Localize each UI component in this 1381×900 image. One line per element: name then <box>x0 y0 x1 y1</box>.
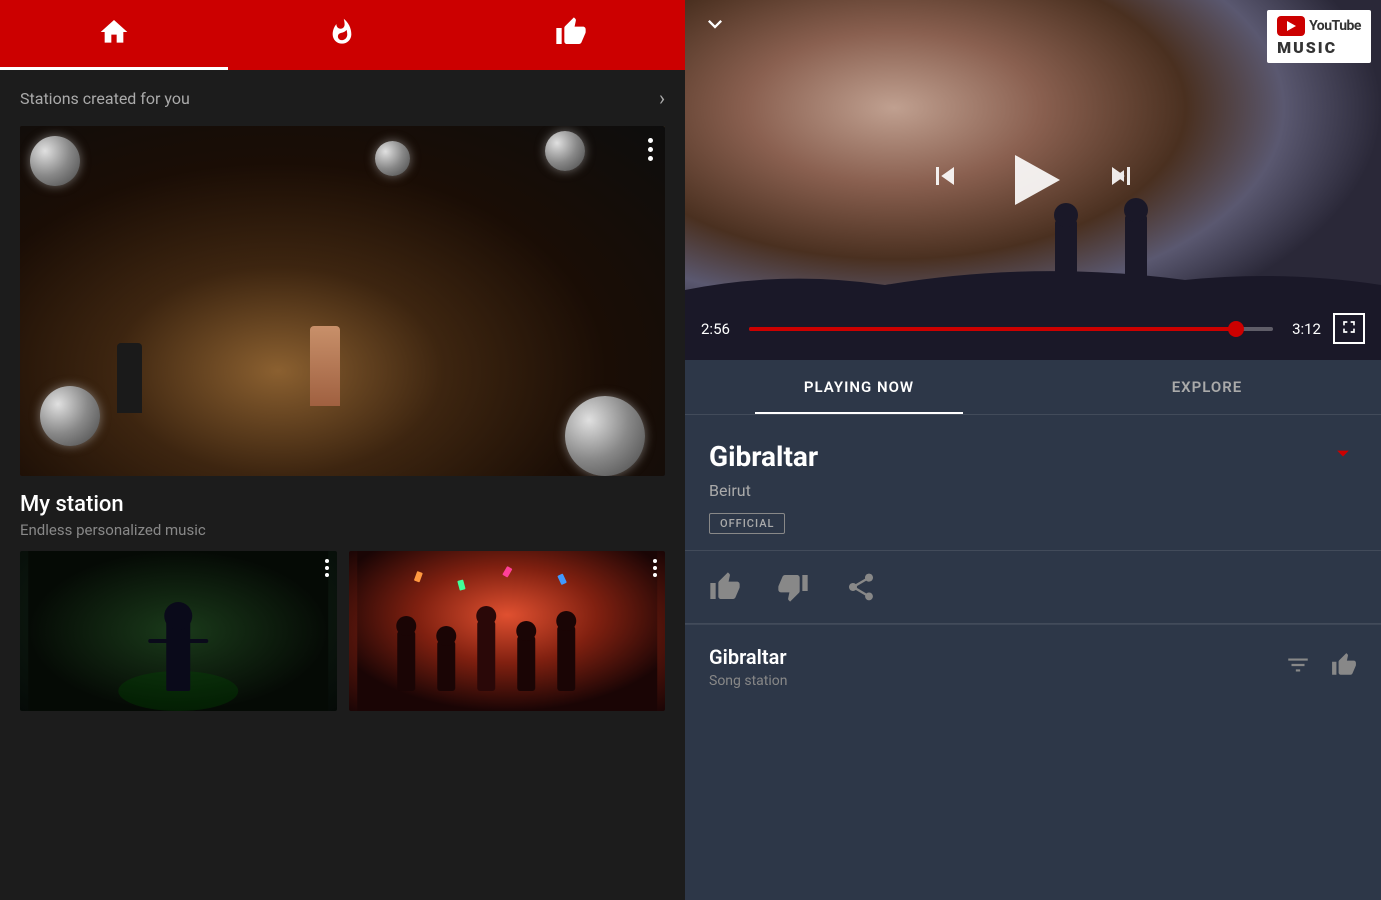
progress-area: 2:56 3:12 <box>685 313 1381 360</box>
menu-dot <box>648 147 653 152</box>
station-subtitle: Endless personalized music <box>20 521 665 539</box>
tab-explore[interactable]: EXPLORE <box>1033 360 1381 414</box>
youtube-icon <box>1277 16 1305 36</box>
youtube-text: YouTube <box>1309 18 1361 34</box>
thumbnail-image-2 <box>349 551 666 711</box>
queue-song-info: Gibraltar Song station <box>709 645 787 689</box>
play-triangle-icon <box>1015 155 1060 205</box>
youtube-play-icon <box>1287 21 1296 31</box>
playback-controls <box>927 150 1139 210</box>
like-button[interactable] <box>709 571 741 603</box>
thumb-2-menu[interactable] <box>653 559 657 577</box>
disco-ball-decoration <box>375 141 410 176</box>
disco-ball-decoration <box>545 131 585 171</box>
stations-label: Stations created for you <box>20 89 190 108</box>
main-station-card[interactable]: My station Endless personalized music <box>20 126 665 551</box>
queue-song-title: Gibraltar <box>709 645 787 669</box>
main-station-image <box>20 126 665 476</box>
time-row: 2:56 3:12 <box>701 313 1365 344</box>
thumb-menu-dot <box>325 566 329 570</box>
thumbnail-card-1[interactable] <box>20 551 337 711</box>
song-artist: Beirut <box>709 481 1357 500</box>
thumb-menu-dot <box>325 559 329 563</box>
total-time: 3:12 <box>1285 320 1321 338</box>
song-title: Gibraltar <box>709 440 818 473</box>
station-info: My station Endless personalized music <box>20 476 665 551</box>
disco-ball-decoration <box>565 396 645 476</box>
official-badge: OFFICIAL <box>709 513 785 534</box>
current-time: 2:56 <box>701 320 737 338</box>
station-title: My station <box>20 492 665 517</box>
fullscreen-button[interactable] <box>1333 313 1365 344</box>
queue-like-button[interactable] <box>1331 652 1357 683</box>
right-panel: YouTube MuSiC 2:56 <box>685 0 1381 900</box>
progress-bar[interactable] <box>749 327 1273 331</box>
queue-item: Gibraltar Song station <box>685 624 1381 709</box>
thumb-menu-dot <box>653 559 657 563</box>
queue-song-subtitle: Song station <box>709 673 787 689</box>
progress-fill <box>749 327 1236 331</box>
thumbnails-row <box>20 551 665 711</box>
thumbnail-card-2[interactable] <box>349 551 666 711</box>
fire-icon <box>328 16 356 55</box>
menu-dot <box>648 138 653 143</box>
tab-explore-label: EXPLORE <box>1172 378 1243 396</box>
play-button[interactable] <box>1003 150 1063 210</box>
nav-trending[interactable] <box>228 0 456 70</box>
thumbs-up-nav-icon <box>555 16 587 55</box>
thumb-menu-dot <box>653 573 657 577</box>
song-info-area: Gibraltar Beirut OFFICIAL <box>685 415 1381 551</box>
prev-button[interactable] <box>927 158 963 202</box>
logo-youtube-row: YouTube <box>1277 16 1361 36</box>
player-video: YouTube MuSiC 2:56 <box>685 0 1381 360</box>
nav-liked[interactable] <box>457 0 685 70</box>
tabs-bar: PLAYING NOW EXPLORE <box>685 360 1381 415</box>
disco-ball-decoration <box>40 386 100 446</box>
queue-actions <box>1285 652 1357 683</box>
queue-equalizer-button[interactable] <box>1285 652 1311 683</box>
thumb-menu-dot <box>325 573 329 577</box>
tab-playing-now[interactable]: PLAYING NOW <box>685 360 1033 414</box>
nav-home[interactable] <box>0 0 228 70</box>
song-title-row: Gibraltar <box>709 439 1357 473</box>
thumb-1-menu[interactable] <box>325 559 329 577</box>
youtube-music-logo: YouTube MuSiC <box>1267 10 1371 63</box>
card-menu-button[interactable] <box>648 138 653 161</box>
home-icon <box>98 16 130 55</box>
stations-chevron[interactable]: › <box>659 86 665 110</box>
dislike-button[interactable] <box>777 571 809 603</box>
tab-playing-now-label: PLAYING NOW <box>804 378 914 396</box>
top-nav <box>0 0 685 70</box>
chevron-down-button[interactable] <box>701 10 729 45</box>
song-dropdown-button[interactable] <box>1329 439 1357 473</box>
performer-figure <box>310 326 340 406</box>
next-button[interactable] <box>1103 158 1139 202</box>
thumb-menu-dot <box>653 566 657 570</box>
left-panel: Stations created for you › My stat <box>0 0 685 900</box>
share-button[interactable] <box>845 571 877 603</box>
stations-header[interactable]: Stations created for you › <box>0 70 685 126</box>
thumbnail-image-1 <box>20 551 337 711</box>
guitarist-figure <box>117 343 142 413</box>
disco-ball-decoration <box>30 136 80 186</box>
music-text: MuSiC <box>1277 38 1361 57</box>
menu-dot <box>648 156 653 161</box>
progress-thumb <box>1228 321 1244 337</box>
song-actions <box>685 551 1381 624</box>
